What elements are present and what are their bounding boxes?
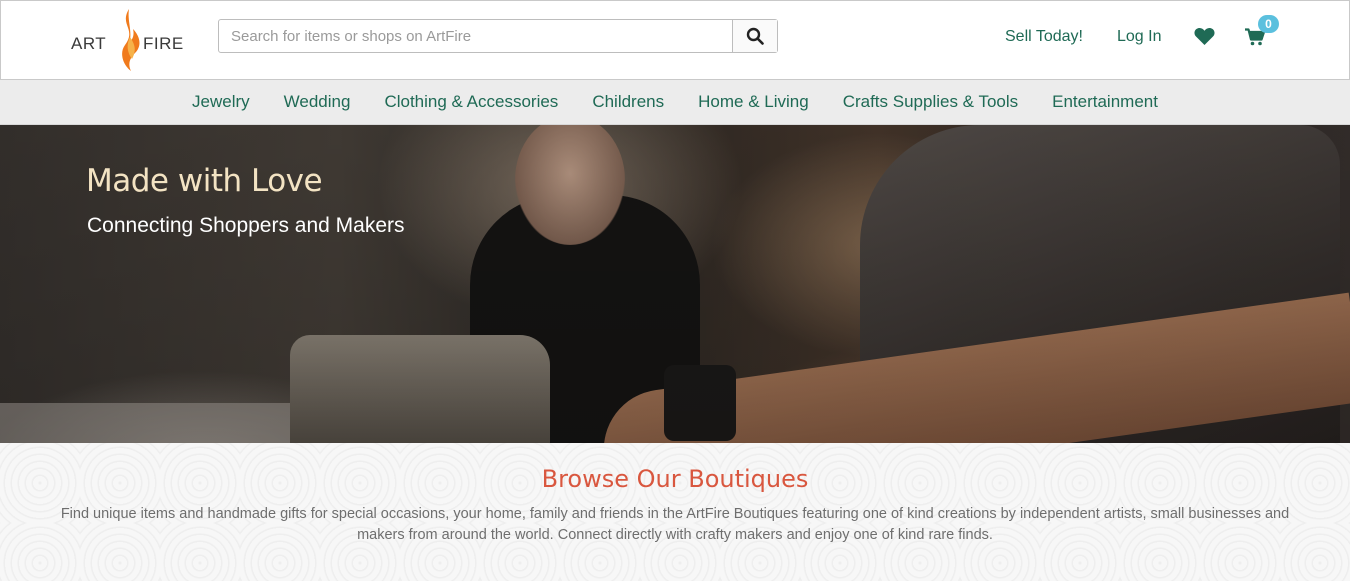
hero-banner[interactable]: Made with Love Connecting Shoppers and M…: [0, 125, 1350, 443]
category-nav: Jewelry Wedding Clothing & Accessories C…: [0, 80, 1350, 125]
nav-item-jewelry[interactable]: Jewelry: [192, 92, 250, 112]
site-header: ART FIRE Sell Today! Log In 0: [0, 0, 1350, 80]
sell-today-link[interactable]: Sell Today!: [1005, 28, 1083, 46]
heart-icon: [1194, 27, 1215, 45]
logo-text-art: ART: [71, 34, 107, 53]
nav-item-home-living[interactable]: Home & Living: [698, 92, 809, 112]
search-button[interactable]: [732, 20, 777, 52]
nav-item-clothing-accessories[interactable]: Clothing & Accessories: [384, 92, 558, 112]
logo-text-fire: FIRE: [143, 34, 184, 53]
nav-item-crafts-supplies-tools[interactable]: Crafts Supplies & Tools: [843, 92, 1018, 112]
cart-count-badge: 0: [1258, 15, 1279, 33]
hero-subtitle: Connecting Shoppers and Makers: [87, 214, 405, 237]
browse-boutiques-section: Browse Our Boutiques Find unique items a…: [0, 443, 1350, 581]
nav-item-childrens[interactable]: Childrens: [592, 92, 664, 112]
wishlist-button[interactable]: [1194, 27, 1215, 51]
search-input[interactable]: [219, 20, 733, 52]
flame-icon: [122, 9, 140, 71]
browse-title: Browse Our Boutiques: [541, 465, 809, 493]
search-icon: [746, 27, 764, 45]
hero-title: Made with Love: [86, 163, 323, 199]
browse-description: Find unique items and handmade gifts for…: [60, 506, 1290, 543]
search-bar: [218, 19, 778, 53]
nav-item-entertainment[interactable]: Entertainment: [1052, 92, 1158, 112]
login-link[interactable]: Log In: [1117, 28, 1161, 46]
nav-item-wedding[interactable]: Wedding: [284, 92, 351, 112]
artfire-logo[interactable]: ART FIRE: [69, 7, 191, 73]
